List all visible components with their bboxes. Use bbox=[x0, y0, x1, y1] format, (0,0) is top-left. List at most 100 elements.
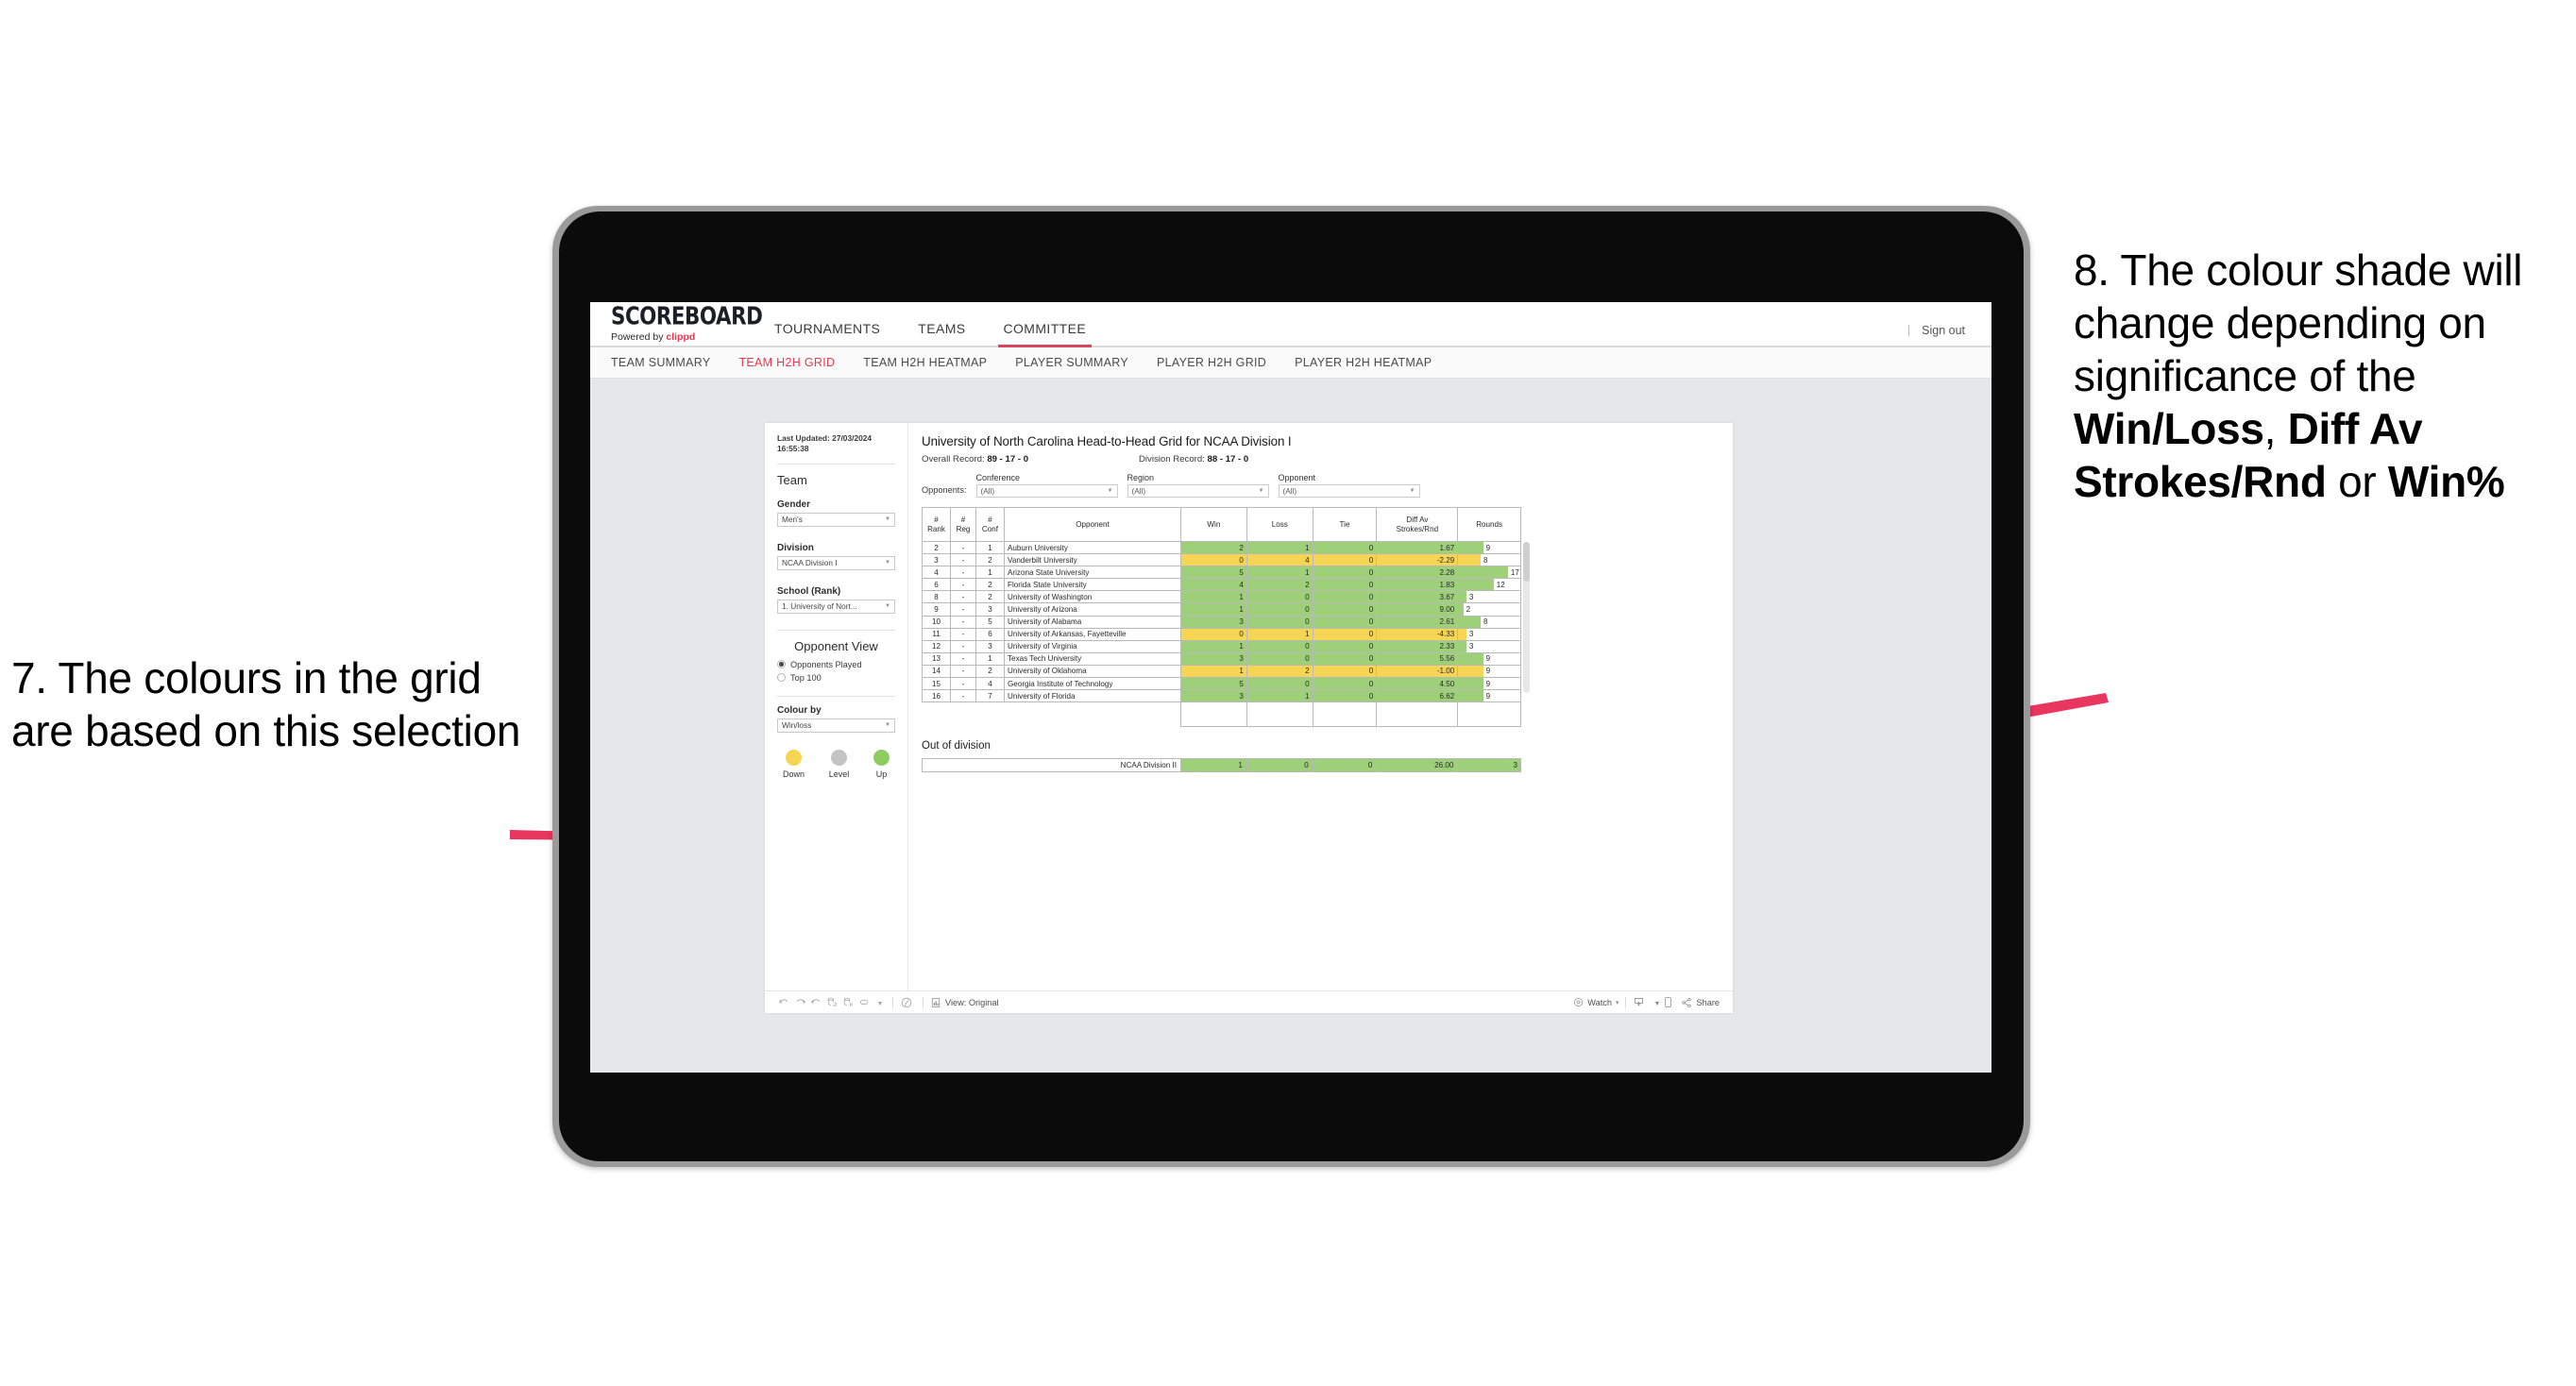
cell-rounds: 9 bbox=[1457, 677, 1521, 691]
radio-opponents-played[interactable]: Opponents Played bbox=[777, 660, 895, 669]
share-label: Share bbox=[1696, 997, 1720, 1007]
panel-divider-1 bbox=[777, 463, 895, 465]
cell-opponent: Georgia Institute of Technology bbox=[1004, 677, 1181, 691]
cell-loss: 0 bbox=[1246, 651, 1313, 666]
gender-select[interactable]: Men's ▼ bbox=[777, 512, 895, 527]
subnav-player-h2h-heatmap[interactable]: PLAYER H2H HEATMAP bbox=[1295, 356, 1432, 369]
watch-button[interactable]: Watch ▾ bbox=[1573, 997, 1618, 1007]
nav-tab-committee[interactable]: COMMITTEE bbox=[985, 321, 1106, 347]
cell-win: 1 bbox=[1179, 602, 1247, 617]
cell-conf: 1 bbox=[974, 566, 1006, 580]
pause-data-icon[interactable] bbox=[842, 996, 858, 1008]
annotation-right-mid2: or bbox=[2326, 457, 2388, 507]
division-select[interactable]: NCAA Division I ▼ bbox=[777, 555, 895, 570]
cell-reg: - bbox=[950, 664, 976, 679]
records-row: Overall Record: 89 - 17 - 0 Division Rec… bbox=[922, 454, 1718, 465]
table-row[interactable]: 12-3 University of Virginia 1 0 0 2.33 3 bbox=[921, 639, 1521, 653]
pan-dropdown-caret-icon[interactable]: ▼ bbox=[874, 997, 886, 1008]
revert-icon[interactable] bbox=[810, 996, 826, 1008]
cell-win: 1 bbox=[1180, 758, 1247, 773]
table-row[interactable]: 4-1 Arizona State University 5 1 0 2.28 17 bbox=[921, 566, 1521, 580]
annotation-right-bold-winloss: Win/Loss bbox=[2074, 404, 2264, 454]
subnav-team-summary[interactable]: TEAM SUMMARY bbox=[611, 356, 710, 369]
filter-opponent: Opponent (All) ▼ bbox=[1278, 473, 1420, 498]
column-header[interactable]: # Rank bbox=[921, 507, 952, 542]
legend-item-up: Up bbox=[873, 749, 890, 779]
subnav-player-summary[interactable]: PLAYER SUMMARY bbox=[1015, 356, 1128, 369]
download-icon[interactable] bbox=[1633, 996, 1652, 1008]
filter-conference-select[interactable]: (All) ▼ bbox=[975, 484, 1118, 498]
subnav-team-h2h-heatmap[interactable]: TEAM H2H HEATMAP bbox=[863, 356, 987, 369]
cell-diff: 2.28 bbox=[1376, 566, 1459, 580]
workbook-canvas: Last Updated: 27/03/2024 16:55:38 Team G… bbox=[590, 379, 1991, 1071]
column-header[interactable]: # Conf bbox=[974, 507, 1006, 542]
nav-tab-teams[interactable]: TEAMS bbox=[899, 321, 984, 346]
nav-tab-tournaments[interactable]: TOURNAMENTS bbox=[755, 321, 899, 346]
table-row[interactable]: 2-1 Auburn University 2 1 0 1.67 9 bbox=[921, 540, 1521, 555]
logo-title: SCOREBOARD bbox=[611, 302, 763, 330]
sign-out-link[interactable]: Sign out bbox=[1922, 324, 1965, 337]
column-header[interactable]: Tie bbox=[1312, 507, 1378, 542]
watch-label: Watch bbox=[1587, 997, 1612, 1007]
redo-icon[interactable] bbox=[794, 996, 810, 1008]
column-header[interactable]: # Reg bbox=[950, 507, 976, 542]
column-header[interactable]: Loss bbox=[1246, 507, 1313, 542]
cell-win: 4 bbox=[1179, 578, 1247, 592]
toolbar-divider-2 bbox=[923, 996, 924, 1008]
table-row[interactable]: 13-1 Texas Tech University 3 0 0 5.56 9 bbox=[921, 651, 1521, 666]
radio-top-100[interactable]: Top 100 bbox=[777, 673, 895, 683]
download-caret-icon[interactable]: ▼ bbox=[1652, 997, 1662, 1008]
filter-opponent-select[interactable]: (All) ▼ bbox=[1278, 484, 1420, 498]
legend-caption-down: Down bbox=[783, 769, 805, 779]
cell-diff: -2.29 bbox=[1376, 553, 1459, 567]
pan-icon[interactable] bbox=[858, 996, 874, 1008]
cell-opponent: Texas Tech University bbox=[1004, 651, 1181, 666]
cell-win: 3 bbox=[1179, 651, 1247, 666]
cell-tie: 0 bbox=[1312, 553, 1378, 567]
division-record-label: Division Record: bbox=[1139, 454, 1208, 465]
cell-diff: 6.62 bbox=[1376, 689, 1459, 703]
cell-tie: 0 bbox=[1312, 758, 1378, 773]
table-row[interactable]: 9-3 University of Arizona 1 0 0 9.00 2 bbox=[921, 602, 1521, 617]
cell-diff: 26.00 bbox=[1376, 758, 1459, 773]
cell-rank: 8 bbox=[921, 590, 952, 604]
cell-opponent: University of Virginia bbox=[1004, 639, 1181, 653]
table-row[interactable]: 14-2 University of Oklahoma 1 2 0 -1.00 9 bbox=[921, 664, 1521, 679]
table-row[interactable]: 6-2 Florida State University 4 2 0 1.83 12 bbox=[921, 578, 1521, 592]
colour-legend: Down Level Up bbox=[777, 749, 895, 779]
school-rank-select[interactable]: 1. University of Nort... ▼ bbox=[777, 599, 895, 614]
scrollbar-thumb[interactable] bbox=[1523, 542, 1530, 582]
cell-tie: 0 bbox=[1312, 615, 1378, 629]
table-row[interactable]: 15-4 Georgia Institute of Technology 5 0 0 4.… bbox=[921, 677, 1521, 691]
table-vertical-scrollbar[interactable] bbox=[1523, 542, 1530, 693]
cell-loss: 4 bbox=[1246, 553, 1313, 567]
cell-opponent: University of Arizona bbox=[1004, 602, 1181, 617]
highlight-icon[interactable] bbox=[900, 996, 916, 1009]
undo-icon[interactable] bbox=[778, 996, 794, 1008]
table-row[interactable]: 3-2 Vanderbilt University 0 4 0 -2.29 8 bbox=[921, 553, 1521, 567]
app-logo[interactable]: SCOREBOARD Powered by clippd bbox=[590, 302, 763, 346]
colour-by-select[interactable]: Win/loss ▼ bbox=[777, 718, 895, 733]
table-row[interactable]: 16-7 University of Florida 3 1 0 6.62 9 bbox=[921, 689, 1521, 703]
column-header[interactable]: Diff Av Strokes/Rnd bbox=[1376, 507, 1459, 542]
cell-tie: 0 bbox=[1312, 578, 1378, 592]
table-row[interactable]: 11-6 University of Arkansas, Fayetteville… bbox=[921, 627, 1521, 641]
subnav-player-h2h-grid[interactable]: PLAYER H2H GRID bbox=[1157, 356, 1266, 369]
column-header[interactable]: Opponent bbox=[1004, 507, 1181, 542]
chevron-down-icon: ▼ bbox=[1107, 488, 1113, 494]
cell-tie: 0 bbox=[1312, 590, 1378, 604]
refresh-data-icon[interactable] bbox=[826, 996, 842, 1008]
column-header[interactable]: Rounds bbox=[1457, 507, 1521, 542]
device-preview-icon[interactable] bbox=[1662, 996, 1678, 1008]
table-row[interactable]: 10-5 University of Alabama 3 0 0 2.61 8 bbox=[921, 615, 1521, 629]
school-rank-select-value: 1. University of Nort... bbox=[782, 601, 857, 612]
subnav-team-h2h-grid[interactable]: TEAM H2H GRID bbox=[738, 356, 835, 369]
cell-rank: 12 bbox=[921, 639, 952, 653]
column-header[interactable]: Win bbox=[1179, 507, 1247, 542]
table-row[interactable]: 8-2 University of Washington 1 0 0 3.67 3 bbox=[921, 590, 1521, 604]
cell-rank: 11 bbox=[921, 627, 952, 641]
filter-region-select[interactable]: (All) ▼ bbox=[1127, 484, 1269, 498]
legend-dot-down-icon bbox=[786, 749, 802, 766]
share-button[interactable]: Share bbox=[1681, 997, 1720, 1008]
view-original-button[interactable]: View: Original bbox=[930, 997, 999, 1008]
